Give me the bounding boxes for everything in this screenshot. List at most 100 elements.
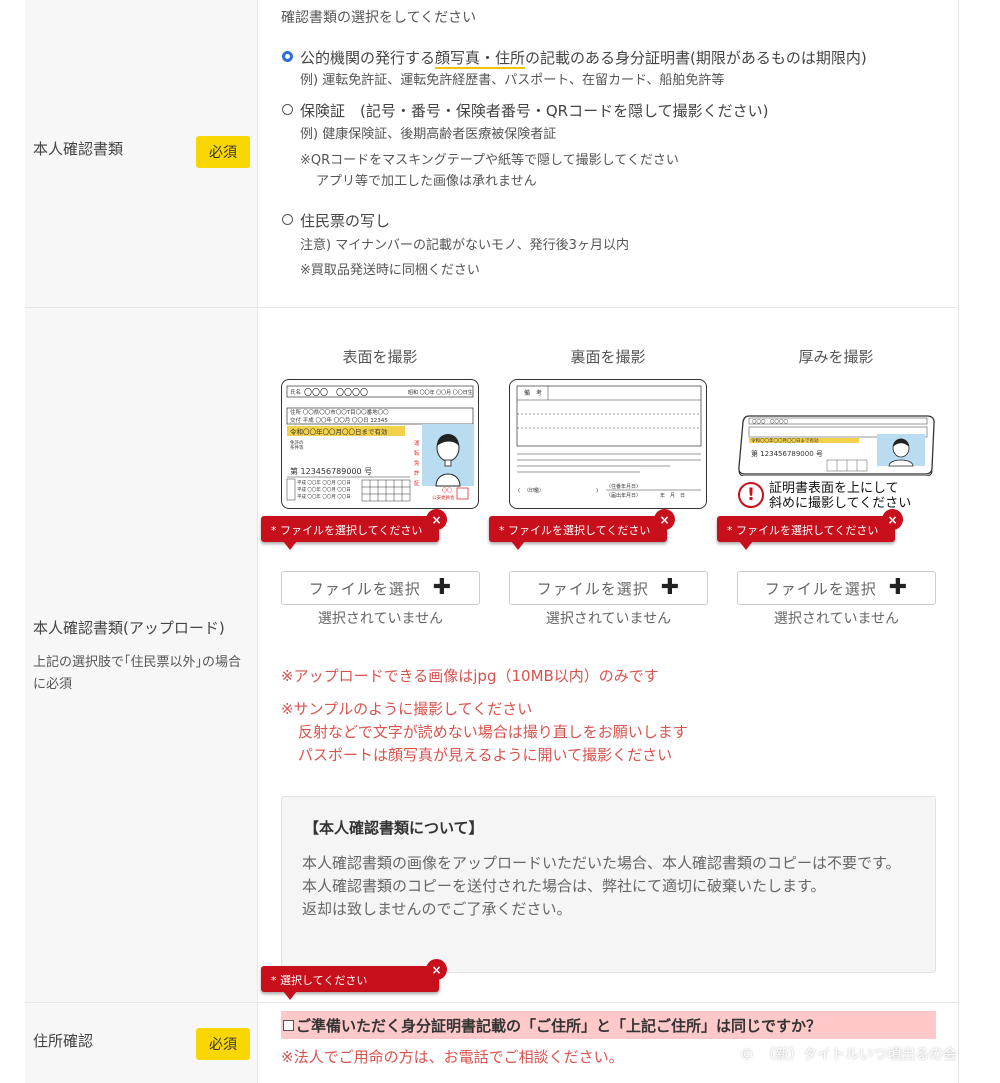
front-file-status: 選択されていません (317, 611, 444, 627)
svg-text:〈届出年月日〉: 〈届出年月日〉 (606, 492, 641, 499)
thickness-error-text: * ファイルを選択してください (727, 524, 879, 537)
option-id-card-example: 例) 運転免許証、運転免許経歴書、パスポート、在留カード、船舶免許等 (300, 73, 725, 88)
watermark: © （新）タイトルいつ頃出るの会 (740, 1047, 957, 1063)
back-error-text: * ファイルを選択してください (499, 524, 651, 537)
license-back-sample: 備 考 ( 〈印鑑〉 ) 〈住番年月日〉 〈届出年月日〉 年 月 日 (509, 379, 707, 509)
close-icon[interactable]: × (654, 509, 675, 530)
svg-text:令和〇〇年〇〇月〇〇日まで有効: 令和〇〇年〇〇月〇〇日まで有効 (290, 427, 388, 436)
option-insurance-label[interactable]: 保険証 (記号・番号・保険者番号・QRコードを隠して撮影ください) (300, 100, 769, 121)
front-file-button[interactable]: ファイルを選択 ✚ (281, 571, 480, 605)
upload-reflection-note: 反射などで文字が読めない場合は撮り直しをお願いします (298, 723, 688, 741)
svg-text:〇〇〇 〇〇〇〇: 〇〇〇 〇〇〇〇 (752, 419, 788, 425)
thickness-error-tooltip: * ファイルを選択してください × (717, 509, 903, 550)
plus-icon: ✚ (660, 575, 681, 600)
option-insurance-example: 例) 健康保険証、後期高齢者医療被保険者証 (300, 127, 557, 142)
plus-icon: ✚ (432, 575, 453, 600)
svg-text:第 123456789000 号: 第 123456789000 号 (751, 449, 823, 458)
svg-text:転: 転 (414, 450, 420, 457)
option-id-card-label[interactable]: 公的機関の発行する顔写真・住所の記載のある身分証明書(期限があるものは期限内) (300, 47, 867, 69)
thickness-note-line1: 証明書表面を上にして (769, 481, 899, 496)
option-insurance-note: ※QRコードをマスキングテープや紙等で隠して撮影してください (300, 153, 679, 168)
svg-text:第 123456789000 号: 第 123456789000 号 (290, 466, 372, 476)
svg-text:〇〇〇 〇〇〇〇: 〇〇〇 〇〇〇〇 (304, 388, 368, 397)
warning-icon: ! (738, 482, 764, 508)
front-error-tooltip: * ファイルを選択してください × (261, 509, 447, 550)
close-icon[interactable]: × (426, 509, 447, 530)
plus-icon: ✚ (888, 575, 909, 600)
option-insurance-note2: アプリ等で加工した画像は承れません (316, 174, 537, 189)
upload-sample-note: ※サンプルのように撮影してください (281, 700, 533, 718)
svg-text:〈住番年月日〉: 〈住番年月日〉 (606, 483, 641, 490)
svg-text:運: 運 (414, 440, 420, 447)
svg-text:昭和 〇〇年 〇〇月 〇〇日生: 昭和 〇〇年 〇〇月 〇〇日生 (408, 389, 473, 396)
front-heading: 表面を撮影 (342, 348, 418, 366)
address-error-tooltip: * 選択してください × (261, 959, 447, 1000)
thickness-file-button[interactable]: ファイルを選択 ✚ (737, 571, 936, 605)
option-label-pre: 公的機関の発行する (300, 49, 436, 67)
option-label-post: の記載のある身分証明書(期限があるものは期限内) (525, 49, 867, 67)
svg-text:証: 証 (414, 479, 420, 487)
license-back-illustration: 備 考 ( 〈印鑑〉 ) 〈住番年月日〉 〈届出年月日〉 年 月 日 (516, 385, 702, 499)
svg-text:平成 〇〇年 〇〇月 〇〇日: 平成 〇〇年 〇〇月 〇〇日 (297, 479, 351, 486)
option-label-highlight: 顔写真・住所 (435, 49, 526, 69)
option-resident-label[interactable]: 住民票の写し (300, 210, 390, 231)
back-file-status: 選択されていません (545, 611, 672, 627)
radio-option-id-card[interactable] (282, 51, 293, 62)
address-same-checkbox-row[interactable]: ご準備いただく身分証明書記載の「ご住所」と「上記ご住所」は同じですか？ (281, 1011, 936, 1039)
address-question-text: ご準備いただく身分証明書記載の「ご住所」と「上記ご住所」は同じですか？ (296, 1016, 822, 1035)
file-button-label: ファイルを選択 (764, 579, 877, 598)
upload-format-note: ※アップロードできる画像はjpg（10MB以内）のみです (281, 667, 659, 685)
info-box-body: 本人確認書類の画像をアップロードいただいた場合、本人確認書類のコピーは不要です。… (302, 852, 922, 921)
back-heading: 裏面を撮影 (570, 348, 646, 366)
svg-text:平成 〇〇年 〇〇月 〇〇日: 平成 〇〇年 〇〇月 〇〇日 (297, 486, 351, 493)
doc-type-label: 本人確認書類 (33, 140, 124, 158)
required-badge: 必須 (196, 1028, 250, 1060)
svg-text:年 月 日: 年 月 日 (660, 492, 685, 499)
file-button-label: ファイルを選択 (536, 579, 649, 598)
svg-text:交付 平成 〇〇年 〇〇月 〇〇日 12345: 交付 平成 〇〇年 〇〇月 〇〇日 12345 (290, 416, 388, 424)
svg-text:免許の: 免許の (290, 439, 304, 446)
required-badge: 必須 (196, 136, 250, 168)
upload-sublabel: 上記の選択肢で｢住民票以外｣の場合に必須 (33, 655, 242, 692)
svg-text:公安委員会: 公安委員会 (432, 494, 455, 501)
svg-text:氏名: 氏名 (290, 388, 301, 396)
license-front-sample: 氏名 〇〇〇 〇〇〇〇 昭和 〇〇年 〇〇月 〇〇日生 住所 〇〇県〇〇市〇〇T… (281, 379, 479, 509)
svg-text:): ) (596, 488, 598, 494)
file-button-label: ファイルを選択 (308, 579, 421, 598)
svg-text:条件等: 条件等 (290, 444, 304, 451)
front-error-text: * ファイルを選択してください (271, 524, 423, 537)
info-line-3: 返却は致しませんのでご了承ください。 (302, 900, 572, 918)
svg-text:令和〇〇年〇〇月〇〇日まで有効: 令和〇〇年〇〇月〇〇日まで有効 (751, 437, 819, 444)
svg-text:(: ( (518, 488, 520, 494)
row-divider (25, 307, 959, 308)
svg-text:〈印鑑〉: 〈印鑑〉 (524, 487, 544, 494)
license-thickness-sample: 〇〇〇 〇〇〇〇 令和〇〇年〇〇月〇〇日まで有効 第 123456789000 … (737, 414, 936, 476)
thickness-file-status: 選択されていません (773, 611, 900, 627)
svg-text:免: 免 (414, 459, 420, 467)
address-error-text: * 選択してください (271, 974, 368, 987)
radio-option-insurance[interactable] (282, 104, 293, 115)
info-box-title: 【本人確認書類について】 (304, 819, 484, 837)
id-document-info-box: 【本人確認書類について】 本人確認書類の画像をアップロードいただいた場合、本人確… (281, 796, 936, 973)
svg-text:〇〇: 〇〇 (442, 488, 452, 494)
close-icon[interactable]: × (882, 509, 903, 530)
option-resident-note: 注意) マイナンバーの記載がないモノ、発行後3ヶ月以内 (300, 238, 629, 253)
svg-text:備 考: 備 考 (524, 389, 542, 397)
upload-label: 本人確認書類(アップロード) (33, 619, 225, 637)
address-same-checkbox[interactable] (283, 1019, 294, 1031)
close-icon[interactable]: × (426, 959, 447, 980)
license-front-illustration: 氏名 〇〇〇 〇〇〇〇 昭和 〇〇年 〇〇月 〇〇日生 住所 〇〇県〇〇市〇〇T… (286, 385, 474, 502)
info-line-1: 本人確認書類の画像をアップロードいただいた場合、本人確認書類のコピーは不要です。 (302, 854, 901, 872)
radio-option-resident[interactable] (282, 214, 293, 225)
back-file-button[interactable]: ファイルを選択 ✚ (509, 571, 708, 605)
upload-passport-note: パスポートは顔写真が見えるように開いて撮影ください (298, 746, 673, 764)
svg-text:住所 〇〇県〇〇市〇〇T目〇〇番地〇〇: 住所 〇〇県〇〇市〇〇T目〇〇番地〇〇 (290, 408, 389, 416)
svg-text:平成 〇〇年 〇〇月 〇〇日: 平成 〇〇年 〇〇月 〇〇日 (297, 493, 351, 500)
thickness-heading: 厚みを撮影 (798, 348, 874, 366)
address-label: 住所確認 (33, 1032, 94, 1050)
row-divider (25, 1002, 959, 1003)
option-resident-note2: ※買取品発送時に同梱ください (300, 263, 480, 278)
info-line-2: 本人確認書類のコピーを送付された場合は、弊社にて適切に破棄いたします。 (302, 877, 826, 895)
doc-type-question: 確認書類の選択をしてください (281, 10, 477, 26)
corporate-note: ※法人でご用命の方は、お電話でご相談ください。 (281, 1048, 624, 1066)
